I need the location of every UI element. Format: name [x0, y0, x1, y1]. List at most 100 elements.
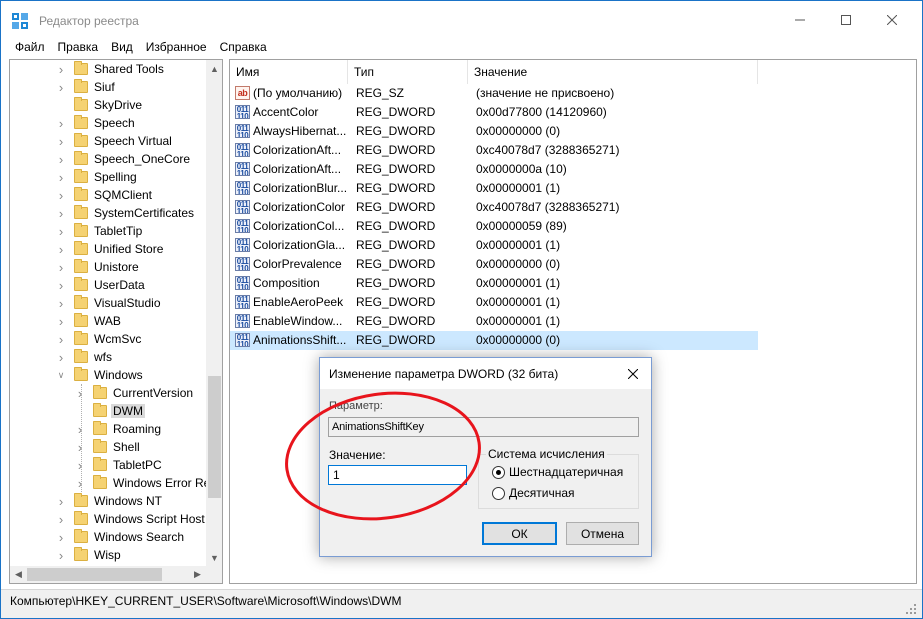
- chevron-right-icon[interactable]: ›: [56, 278, 66, 293]
- chevron-right-icon[interactable]: ›: [56, 152, 66, 167]
- maximize-button[interactable]: [823, 1, 869, 39]
- chevron-right-icon[interactable]: ›: [75, 422, 85, 437]
- title-bar[interactable]: Редактор реестра: [1, 1, 922, 39]
- tree-item[interactable]: › SystemCertificates: [10, 204, 206, 222]
- registry-tree[interactable]: › Shared Tools › Siuf SkyDrive › Speech › Speech…: [9, 59, 223, 584]
- list-item[interactable]: ab (По умолчанию) REG_SZ (значение не присв…: [230, 84, 758, 103]
- close-button[interactable]: [869, 1, 915, 39]
- tree-item[interactable]: › CurrentVersion: [10, 384, 206, 402]
- chevron-right-icon[interactable]: ›: [75, 476, 85, 491]
- ok-button[interactable]: ОК: [482, 522, 557, 545]
- tree-item[interactable]: › Siuf: [10, 78, 206, 96]
- scroll-up-icon[interactable]: ▲: [206, 60, 222, 77]
- chevron-right-icon[interactable]: ›: [56, 242, 66, 257]
- tree-item[interactable]: › Unified Store: [10, 240, 206, 258]
- tree-item[interactable]: › Windows NT: [10, 492, 206, 510]
- chevron-right-icon[interactable]: ›: [75, 440, 85, 455]
- tree-item[interactable]: › Shared Tools: [10, 60, 206, 78]
- column-header-value[interactable]: Значение: [468, 60, 758, 84]
- tree-item[interactable]: › wfs: [10, 348, 206, 366]
- cancel-button[interactable]: Отмена: [566, 522, 639, 545]
- dialog-title-bar[interactable]: Изменение параметра DWORD (32 бита): [320, 358, 651, 389]
- tree-item[interactable]: › WAB: [10, 312, 206, 330]
- tree-item[interactable]: › VisualStudio: [10, 294, 206, 312]
- tree-item[interactable]: › TabletPC: [10, 456, 206, 474]
- list-item[interactable]: 011 110 EnableAeroPeek REG_DWORD 0x00000001…: [230, 293, 758, 312]
- chevron-right-icon[interactable]: ›: [56, 332, 66, 347]
- chevron-right-icon[interactable]: ›: [56, 494, 66, 509]
- menu-edit[interactable]: Правка: [58, 39, 99, 57]
- list-item[interactable]: 011 110 AnimationsShift... REG_DWORD 0x0000…: [230, 331, 758, 350]
- tree-vertical-scrollbar[interactable]: ▲ ▼: [206, 60, 222, 566]
- chevron-right-icon[interactable]: ›: [56, 260, 66, 275]
- chevron-down-icon[interactable]: ∨: [56, 370, 66, 380]
- list-item[interactable]: 011 110 ColorizationAft... REG_DWORD 0xc400…: [230, 141, 758, 160]
- tree-horizontal-scrollbar[interactable]: ◀ ▶: [10, 566, 206, 583]
- scroll-down-icon[interactable]: ▼: [206, 549, 222, 566]
- radio-hex[interactable]: Шестнадцатеричная: [492, 464, 623, 480]
- value-input[interactable]: 1: [328, 465, 467, 485]
- radio-unchecked-icon[interactable]: [492, 486, 505, 500]
- chevron-right-icon[interactable]: ›: [56, 206, 66, 221]
- tree-item[interactable]: › Wisp: [10, 546, 206, 564]
- menu-help[interactable]: Справка: [220, 39, 267, 57]
- list-item[interactable]: 011 110 ColorizationColor REG_DWORD 0xc4007…: [230, 198, 758, 217]
- tree-item[interactable]: › Speech_OneCore: [10, 150, 206, 168]
- list-item[interactable]: 011 110 ColorPrevalence REG_DWORD 0x0000000…: [230, 255, 758, 274]
- chevron-right-icon[interactable]: ›: [56, 80, 66, 95]
- tree-vscroll-thumb[interactable]: [208, 376, 221, 498]
- chevron-right-icon[interactable]: ›: [56, 548, 66, 563]
- scroll-left-icon[interactable]: ◀: [10, 566, 27, 583]
- minimize-button[interactable]: [777, 1, 823, 39]
- tree-item[interactable]: SkyDrive: [10, 96, 206, 114]
- folder-icon: [74, 277, 88, 291]
- tree-item[interactable]: › Windows Script Host: [10, 510, 206, 528]
- tree-item[interactable]: › Spelling: [10, 168, 206, 186]
- menu-file[interactable]: Файл: [15, 39, 45, 57]
- menu-favorites[interactable]: Избранное: [146, 39, 207, 57]
- column-header-type[interactable]: Тип: [348, 60, 468, 84]
- dialog-close-button[interactable]: [620, 361, 646, 387]
- chevron-right-icon[interactable]: ›: [56, 314, 66, 329]
- tree-item[interactable]: DWM: [10, 402, 206, 420]
- tree-item[interactable]: › Unistore: [10, 258, 206, 276]
- chevron-right-icon[interactable]: ›: [56, 224, 66, 239]
- list-item[interactable]: 011 110 AlwaysHibernat... REG_DWORD 0x00000…: [230, 122, 758, 141]
- chevron-right-icon[interactable]: ›: [56, 296, 66, 311]
- list-item[interactable]: 011 110 Composition REG_DWORD 0x00000001 (1…: [230, 274, 758, 293]
- chevron-right-icon[interactable]: ›: [75, 458, 85, 473]
- menu-view[interactable]: Вид: [111, 39, 133, 57]
- tree-item[interactable]: › UserData: [10, 276, 206, 294]
- chevron-right-icon[interactable]: ›: [56, 62, 66, 77]
- scroll-right-icon[interactable]: ▶: [189, 566, 206, 583]
- tree-item[interactable]: › Windows Error Re: [10, 474, 210, 492]
- list-item[interactable]: 011 110 AccentColor REG_DWORD 0x00d77800 (1…: [230, 103, 758, 122]
- radio-checked-icon[interactable]: [492, 465, 505, 479]
- chevron-right-icon[interactable]: ›: [56, 116, 66, 131]
- tree-item[interactable]: › Speech Virtual: [10, 132, 206, 150]
- chevron-right-icon[interactable]: ›: [56, 350, 66, 365]
- resize-grip-icon[interactable]: [906, 604, 916, 614]
- radio-decimal[interactable]: Десятичная: [492, 485, 575, 501]
- tree-item[interactable]: › Speech: [10, 114, 206, 132]
- tree-item[interactable]: › Roaming: [10, 420, 206, 438]
- chevron-right-icon[interactable]: ›: [56, 188, 66, 203]
- list-item[interactable]: 011 110 ColorizationBlur... REG_DWORD 0x000…: [230, 179, 758, 198]
- chevron-right-icon[interactable]: ›: [56, 170, 66, 185]
- list-item[interactable]: 011 110 ColorizationGla... REG_DWORD 0x0000…: [230, 236, 758, 255]
- list-item[interactable]: 011 110 ColorizationAft... REG_DWORD 0x0000…: [230, 160, 758, 179]
- tree-item[interactable]: › SQMClient: [10, 186, 206, 204]
- chevron-right-icon[interactable]: ›: [56, 512, 66, 527]
- list-item[interactable]: 011 110 EnableWindow... REG_DWORD 0x0000000…: [230, 312, 758, 331]
- tree-hscroll-thumb[interactable]: [27, 568, 162, 581]
- column-header-name[interactable]: Имя: [230, 60, 348, 84]
- chevron-right-icon[interactable]: ›: [75, 386, 85, 401]
- tree-item[interactable]: › TabletTip: [10, 222, 206, 240]
- chevron-right-icon[interactable]: ›: [56, 530, 66, 545]
- tree-item[interactable]: › Windows Search: [10, 528, 206, 546]
- chevron-right-icon[interactable]: ›: [56, 134, 66, 149]
- tree-item[interactable]: ∨ Windows: [10, 366, 206, 384]
- tree-item[interactable]: › Shell: [10, 438, 206, 456]
- tree-item[interactable]: › WcmSvc: [10, 330, 206, 348]
- list-item[interactable]: 011 110 ColorizationCol... REG_DWORD 0x0000…: [230, 217, 758, 236]
